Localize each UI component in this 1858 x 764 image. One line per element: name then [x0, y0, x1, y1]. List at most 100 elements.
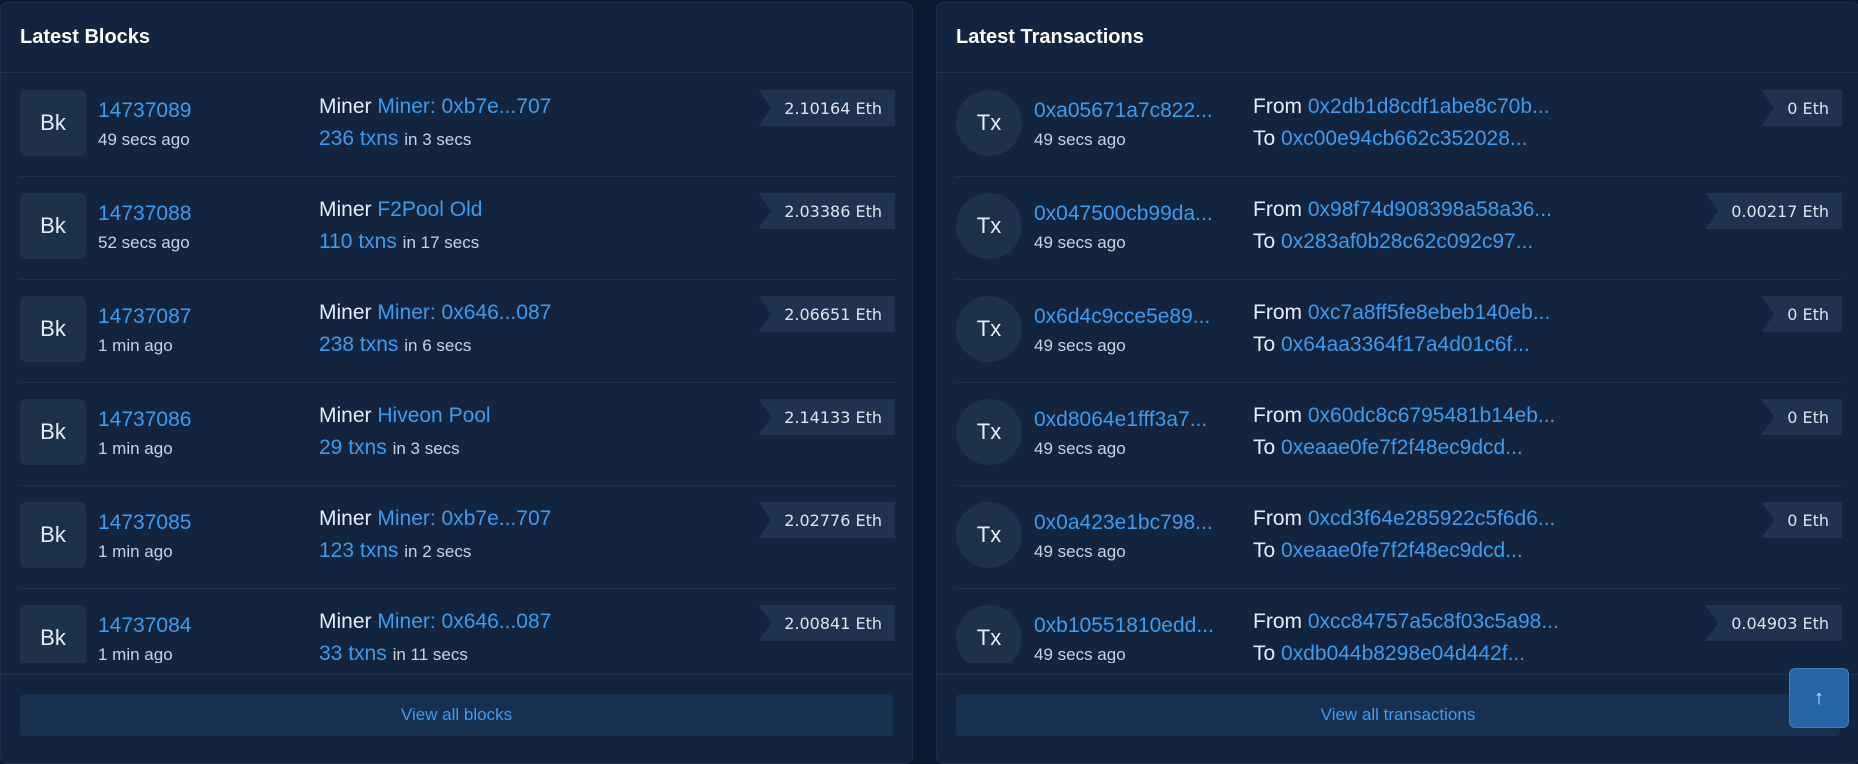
tx-avatar: Tx — [956, 399, 1022, 465]
latest-blocks-header: Latest Blocks — [1, 3, 912, 73]
to-label: To — [1253, 333, 1276, 356]
miner-label: Miner — [319, 610, 372, 633]
transaction-row: Tx 0xb10551810edd... 49 secs ago From 0x… — [956, 588, 1842, 663]
txns-link[interactable]: 236 txns — [319, 127, 398, 150]
block-txns-line: 238 txns in 6 secs — [319, 333, 471, 357]
miner-link[interactable]: Hiveon Pool — [377, 404, 490, 427]
miner-label: Miner — [319, 198, 372, 221]
tx-hash-link[interactable]: 0xb10551810edd... — [1034, 614, 1224, 638]
block-avatar: Bk — [20, 502, 86, 568]
block-miner-line: Miner F2Pool Old — [319, 198, 482, 222]
latest-transactions-title: Latest Transactions — [956, 26, 1144, 48]
miner-link[interactable]: Miner: 0x646...087 — [377, 610, 551, 633]
tx-hash-link[interactable]: 0xd8064e1fff3a7... — [1034, 408, 1224, 432]
to-address-link[interactable]: 0xdb044b8298e04d442f... — [1281, 642, 1525, 663]
view-all-transactions-button[interactable]: View all transactions — [956, 694, 1840, 736]
block-row: Bk 14737086 1 min ago Miner Hiveon Pool … — [20, 382, 895, 486]
to-label: To — [1253, 436, 1276, 459]
txns-link[interactable]: 33 txns — [319, 642, 387, 663]
tx-from-line: From 0x60dc8c6795481b14eb... — [1253, 404, 1555, 428]
miner-link[interactable]: Miner: 0xb7e...707 — [377, 507, 551, 530]
to-label: To — [1253, 642, 1276, 663]
block-row: Bk 14737085 1 min ago Miner Miner: 0xb7e… — [20, 485, 895, 589]
txns-link[interactable]: 29 txns — [319, 436, 387, 459]
block-txns-line: 29 txns in 3 secs — [319, 436, 460, 460]
miner-label: Miner — [319, 95, 372, 118]
block-number-link[interactable]: 14737089 — [98, 99, 191, 123]
from-label: From — [1253, 301, 1302, 324]
tx-avatar: Tx — [956, 605, 1022, 663]
tx-value-badge: 0.04903 Eth — [1705, 605, 1842, 641]
block-number-link[interactable]: 14737086 — [98, 408, 191, 432]
transaction-row: Tx 0x0a423e1bc798... 49 secs ago From 0x… — [956, 485, 1842, 589]
block-time: 1 min ago — [98, 439, 173, 458]
block-duration: in 2 secs — [404, 542, 472, 561]
block-txns-line: 236 txns in 3 secs — [319, 127, 471, 151]
tx-to-line: To 0xeaae0fe7f2f48ec9dcd... — [1253, 539, 1523, 563]
from-address-link[interactable]: 0x98f74d908398a58a36... — [1308, 198, 1552, 221]
block-time: 52 secs ago — [98, 233, 190, 252]
tx-hash-link[interactable]: 0x0a423e1bc798... — [1034, 511, 1224, 535]
miner-link[interactable]: Miner: 0x646...087 — [377, 301, 551, 324]
tx-value-badge: 0 Eth — [1761, 502, 1842, 538]
block-duration: in 3 secs — [392, 439, 460, 458]
block-row: Bk 14737087 1 min ago Miner Miner: 0x646… — [20, 279, 895, 383]
block-number-link[interactable]: 14737088 — [98, 202, 191, 226]
from-label: From — [1253, 404, 1302, 427]
to-label: To — [1253, 230, 1276, 253]
tx-avatar: Tx — [956, 502, 1022, 568]
scroll-to-top-button[interactable]: ↑ — [1789, 668, 1849, 728]
latest-transactions-card: Latest Transactions Tx 0xa05671a7c822...… — [936, 2, 1858, 764]
block-miner-line: Miner Hiveon Pool — [319, 404, 491, 428]
tx-value-badge: 0 Eth — [1761, 399, 1842, 435]
tx-value-badge: 0 Eth — [1761, 296, 1842, 332]
from-address-link[interactable]: 0xcd3f64e285922c5f6d6... — [1308, 507, 1556, 530]
block-miner-line: Miner Miner: 0x646...087 — [319, 610, 551, 634]
from-address-link[interactable]: 0x60dc8c6795481b14eb... — [1308, 404, 1556, 427]
tx-hash-link[interactable]: 0xa05671a7c822... — [1034, 99, 1224, 123]
miner-link[interactable]: Miner: 0xb7e...707 — [377, 95, 551, 118]
block-number-link[interactable]: 14737085 — [98, 511, 191, 535]
tx-avatar: Tx — [956, 296, 1022, 362]
miner-link[interactable]: F2Pool Old — [377, 198, 482, 221]
tx-hash-link[interactable]: 0x047500cb99da... — [1034, 202, 1224, 226]
to-address-link[interactable]: 0xeaae0fe7f2f48ec9dcd... — [1281, 539, 1523, 562]
tx-from-line: From 0xcd3f64e285922c5f6d6... — [1253, 507, 1555, 531]
tx-to-line: To 0xc00e94cb662c352028... — [1253, 127, 1527, 151]
to-address-link[interactable]: 0x64aa3364f17a4d01c6f... — [1281, 333, 1530, 356]
from-label: From — [1253, 95, 1302, 118]
view-all-blocks-button[interactable]: View all blocks — [20, 694, 893, 736]
block-miner-line: Miner Miner: 0xb7e...707 — [319, 95, 551, 119]
latest-blocks-card: Latest Blocks Bk 14737089 49 secs ago Mi… — [0, 2, 913, 764]
to-address-link[interactable]: 0xc00e94cb662c352028... — [1281, 127, 1527, 150]
miner-label: Miner — [319, 404, 372, 427]
latest-transactions-footer: View all transactions — [937, 674, 1858, 736]
blocks-list: Bk 14737089 49 secs ago Miner Miner: 0xb… — [1, 73, 912, 663]
from-address-link[interactable]: 0xcc84757a5c8f03c5a98... — [1308, 610, 1559, 633]
block-number-link[interactable]: 14737087 — [98, 305, 191, 329]
tx-hash-link[interactable]: 0x6d4c9cce5e89... — [1034, 305, 1224, 329]
block-time: 1 min ago — [98, 336, 173, 355]
txns-link[interactable]: 110 txns — [319, 230, 397, 253]
txns-link[interactable]: 123 txns — [319, 539, 398, 562]
transaction-row: Tx 0xd8064e1fff3a7... 49 secs ago From 0… — [956, 382, 1842, 486]
to-address-link[interactable]: 0xeaae0fe7f2f48ec9dcd... — [1281, 436, 1523, 459]
block-txns-line: 110 txns in 17 secs — [319, 230, 479, 254]
block-txns-line: 33 txns in 11 secs — [319, 642, 468, 663]
block-avatar: Bk — [20, 193, 86, 259]
to-label: To — [1253, 127, 1276, 150]
from-address-link[interactable]: 0x2db1d8cdf1abe8c70b... — [1308, 95, 1550, 118]
block-row: Bk 14737084 1 min ago Miner Miner: 0x646… — [20, 588, 895, 663]
from-label: From — [1253, 610, 1302, 633]
tx-from-line: From 0x2db1d8cdf1abe8c70b... — [1253, 95, 1550, 119]
miner-label: Miner — [319, 301, 372, 324]
block-reward-badge: 2.10164 Eth — [758, 90, 895, 126]
block-avatar: Bk — [20, 296, 86, 362]
latest-blocks-footer: View all blocks — [1, 674, 912, 736]
block-number-link[interactable]: 14737084 — [98, 614, 191, 638]
to-address-link[interactable]: 0x283af0b28c62c092c97... — [1281, 230, 1533, 253]
from-address-link[interactable]: 0xc7a8ff5fe8ebeb140eb... — [1308, 301, 1551, 324]
block-row: Bk 14737088 52 secs ago Miner F2Pool Old… — [20, 176, 895, 280]
tx-time: 49 secs ago — [1034, 439, 1126, 458]
txns-link[interactable]: 238 txns — [319, 333, 398, 356]
